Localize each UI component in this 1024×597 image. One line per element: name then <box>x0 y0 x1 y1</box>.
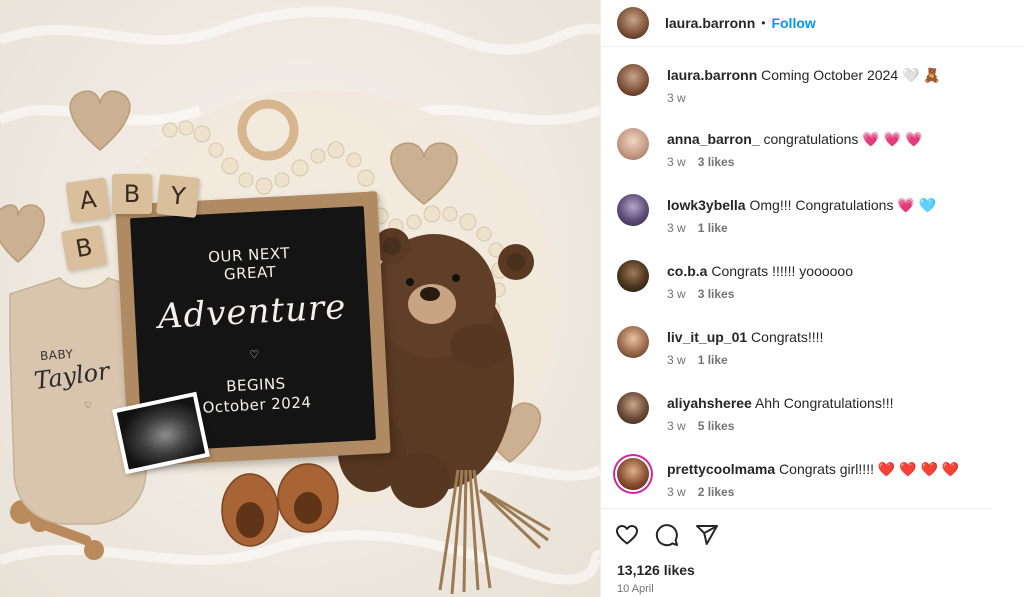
commenter-avatar[interactable] <box>617 128 649 160</box>
comment-likes[interactable]: 3 likes <box>698 155 735 169</box>
comment-text: Congrats!!!! <box>751 329 824 345</box>
commenter-username[interactable]: liv_it_up_01 <box>667 329 747 345</box>
comment-item: aliyahsheree Ahh Congratulations!!! 3 w 5… <box>617 392 1012 435</box>
comment-text: congratulations 💗 💗 💗 <box>763 131 923 147</box>
comment-item: liv_it_up_01 Congrats!!!! 3 w 1 like <box>617 326 1012 369</box>
comment-text: Ahh Congratulations!!! <box>754 395 894 411</box>
commenter-avatar[interactable] <box>617 194 649 226</box>
comment-item: anna_barron_ congratulations 💗 💗 💗 3 w 3 … <box>617 128 1012 171</box>
commenter-avatar[interactable] <box>617 392 649 424</box>
comment-time[interactable]: 3 w <box>667 155 686 169</box>
letter-block-b: B <box>112 174 152 214</box>
commenter-avatar-story[interactable] <box>617 458 649 490</box>
board-script: Adventure <box>156 287 348 337</box>
post-date[interactable]: 10 April <box>617 583 654 595</box>
comment-text: Congrats girl!!!! ❤️ ❤️ ❤️ ❤️ <box>779 461 960 477</box>
likes-count[interactable]: 13,126 likes <box>617 562 695 578</box>
comment-likes[interactable]: 3 likes <box>698 287 735 301</box>
comment-item: lowk3ybella Omg!!! Congratulations 💗 🩵 3… <box>617 194 1012 237</box>
comment-icon[interactable] <box>655 523 679 547</box>
post-photo[interactable]: OUR NEXT GREAT Adventure ♡ BEGINS Octobe… <box>0 0 600 597</box>
comment-item: laura.barronn Coming October 2024 🤍 🧸 3 … <box>617 64 1012 107</box>
comment-time[interactable]: 3 w <box>667 485 686 498</box>
comment-item: prettycoolmama Congrats girl!!!! ❤️ ❤️ ❤… <box>617 458 1012 498</box>
comment-time[interactable]: 3 w <box>667 353 686 367</box>
commenter-username[interactable]: laura.barronn <box>667 67 757 83</box>
commenter-avatar[interactable] <box>617 64 649 96</box>
commenter-username[interactable]: co.b.a <box>667 263 707 279</box>
author-avatar[interactable] <box>617 7 649 39</box>
comment-text: Omg!!! Congratulations 💗 🩵 <box>749 197 937 213</box>
commenter-username[interactable]: lowk3ybella <box>667 197 746 213</box>
board-heart: ♡ <box>249 348 260 362</box>
commenter-avatar[interactable] <box>617 326 649 358</box>
share-icon[interactable] <box>695 523 719 547</box>
header-separator: • <box>761 16 766 30</box>
comment-time[interactable]: 3 w <box>667 221 686 235</box>
post-header: laura.barronn • Follow <box>601 0 1024 47</box>
comment-text: Coming October 2024 🤍 🧸 <box>761 67 941 83</box>
post-side-panel: laura.barronn • Follow laura.barronn Com… <box>600 0 1024 597</box>
heart-icon[interactable] <box>615 523 639 547</box>
comment-time[interactable]: 3 w <box>667 91 686 105</box>
comment-time[interactable]: 3 w <box>667 287 686 301</box>
comment-likes[interactable]: 2 likes <box>698 485 735 498</box>
post-actions <box>601 508 993 556</box>
comment-likes[interactable]: 1 like <box>698 353 728 367</box>
follow-button[interactable]: Follow <box>771 15 815 31</box>
commenter-username[interactable]: aliyahsheree <box>667 395 752 411</box>
onesie-heart: ♡ <box>84 400 93 410</box>
comment-likes[interactable]: 5 likes <box>698 419 735 433</box>
letter-block-a: A <box>65 177 111 223</box>
comment-likes[interactable]: 1 like <box>698 221 728 235</box>
commenter-username[interactable]: prettycoolmama <box>667 461 775 477</box>
letter-block-y: Y <box>156 174 200 218</box>
comments-list[interactable]: laura.barronn Coming October 2024 🤍 🧸 3 … <box>601 48 1024 498</box>
comment-text: Congrats !!!!!! yoooooo <box>711 263 853 279</box>
onesie-text-baby: BABY <box>39 346 74 364</box>
letter-block-b2: B <box>60 224 108 272</box>
author-username[interactable]: laura.barronn <box>665 15 755 31</box>
commenter-username[interactable]: anna_barron_ <box>667 131 760 147</box>
comment-item: co.b.a Congrats !!!!!! yoooooo 3 w 3 like… <box>617 260 1012 303</box>
comment-time[interactable]: 3 w <box>667 419 686 433</box>
commenter-avatar[interactable] <box>617 260 649 292</box>
